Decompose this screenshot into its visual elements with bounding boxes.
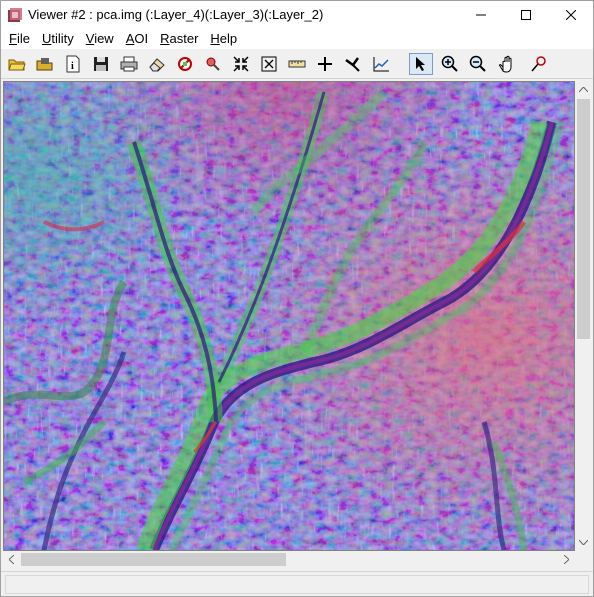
horizontal-scrollbar[interactable] xyxy=(3,551,575,568)
print-button[interactable] xyxy=(117,53,141,75)
menu-bar: File Utility View AOI Raster Help xyxy=(1,28,593,49)
open-layer-icon xyxy=(36,58,53,71)
arrange-icon xyxy=(345,57,360,72)
menu-view[interactable]: View xyxy=(80,29,120,48)
viewer-window: Viewer #2 : pca.img (:Layer_4)(:Layer_3)… xyxy=(0,0,594,597)
menu-utility[interactable]: Utility xyxy=(36,29,80,48)
horizontal-scroll-thumb[interactable] xyxy=(21,553,286,566)
menu-raster[interactable]: Raster xyxy=(154,29,204,48)
chevron-up-icon xyxy=(579,87,588,92)
title-bar[interactable]: Viewer #2 : pca.img (:Layer_4)(:Layer_3)… xyxy=(1,1,593,28)
open-folder-icon xyxy=(8,59,26,71)
svg-text:i: i xyxy=(71,61,74,72)
status-pane xyxy=(5,575,589,594)
minimize-button[interactable] xyxy=(458,1,503,28)
zoom-region-tool-button[interactable] xyxy=(229,53,253,75)
menu-view-label: iew xyxy=(94,31,114,46)
zoom-region-icon xyxy=(206,57,220,71)
image-viewport[interactable] xyxy=(3,81,575,551)
menu-aoi[interactable]: AOI xyxy=(120,29,154,48)
save-icon xyxy=(94,57,108,71)
app-icon xyxy=(7,7,23,23)
inquire-cursor-icon xyxy=(318,57,332,71)
menu-view-accel: V xyxy=(85,31,95,46)
maximize-icon xyxy=(520,9,531,20)
status-bar xyxy=(1,571,593,596)
eraser-button[interactable] xyxy=(145,53,169,75)
vertical-scroll-thumb[interactable] xyxy=(577,99,590,339)
menu-file-accel: F xyxy=(9,31,17,46)
arrange-button[interactable] xyxy=(341,53,365,75)
vertical-scrollbar[interactable] xyxy=(575,81,592,551)
eraser-icon xyxy=(149,58,165,72)
open-layer-button[interactable] xyxy=(33,53,57,75)
maximize-button[interactable] xyxy=(503,1,548,28)
chevron-right-icon xyxy=(564,555,569,564)
shrink-arrows-icon xyxy=(233,56,249,72)
zoom-out-button[interactable] xyxy=(466,53,490,75)
pan-button[interactable] xyxy=(495,53,519,75)
chevron-down-icon xyxy=(579,540,588,545)
profile-button[interactable] xyxy=(369,53,393,75)
minimize-icon xyxy=(475,14,486,15)
scroll-up-button[interactable] xyxy=(575,81,592,98)
window-title: Viewer #2 : pca.img (:Layer_4)(:Layer_3)… xyxy=(28,7,324,22)
pca-raster-image xyxy=(4,82,574,550)
menu-file[interactable]: File xyxy=(3,29,36,48)
rotate-button[interactable] xyxy=(527,53,551,75)
menu-raster-label: aster xyxy=(169,31,199,46)
zoom-in-button[interactable] xyxy=(438,53,462,75)
info-button[interactable]: i xyxy=(61,53,85,75)
chevron-left-icon xyxy=(9,555,14,564)
menu-raster-accel: R xyxy=(160,31,170,46)
zoom-out-icon xyxy=(469,55,486,72)
scroll-down-button[interactable] xyxy=(575,534,592,551)
close-icon xyxy=(565,9,576,20)
select-arrow-button[interactable] xyxy=(409,53,433,75)
inquire-cursor-button[interactable] xyxy=(313,53,337,75)
menu-utility-label: tility xyxy=(51,31,74,46)
info-icon: i xyxy=(66,55,80,73)
pan-hand-icon xyxy=(499,55,512,73)
toolbar: i xyxy=(1,49,593,79)
measure-button[interactable] xyxy=(285,53,309,75)
zoom-in-icon xyxy=(441,55,458,72)
menu-utility-accel: U xyxy=(41,31,52,46)
profile-icon xyxy=(373,57,389,72)
print-icon xyxy=(120,56,138,72)
scrollbar-corner xyxy=(575,551,592,568)
fit-image-button[interactable] xyxy=(257,53,281,75)
select-arrow-icon xyxy=(416,57,425,71)
zoom-region-button[interactable] xyxy=(201,53,225,75)
menu-help-accel: H xyxy=(210,31,220,46)
rotate-icon xyxy=(531,56,546,72)
scroll-left-button[interactable] xyxy=(3,551,20,568)
close-button[interactable] xyxy=(548,1,593,28)
menu-file-label: ile xyxy=(16,31,30,46)
clear-view-icon xyxy=(178,57,192,71)
open-folder-button[interactable] xyxy=(5,53,29,75)
save-button[interactable] xyxy=(89,53,113,75)
measure-icon xyxy=(288,60,306,68)
menu-help-label: elp xyxy=(219,31,238,46)
clear-view-button[interactable] xyxy=(173,53,197,75)
fit-image-icon xyxy=(261,56,277,72)
menu-aoi-label: OI xyxy=(134,31,149,46)
menu-help[interactable]: Help xyxy=(204,29,243,48)
scroll-right-button[interactable] xyxy=(558,551,575,568)
